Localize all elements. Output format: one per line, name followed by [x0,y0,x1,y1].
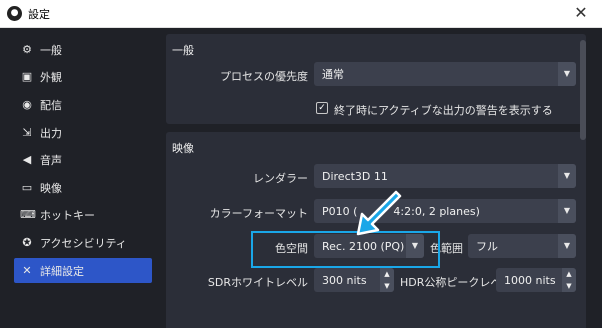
sdr-white-level-label: SDRホワイトレベル [207,276,308,289]
scrollbar-thumb[interactable] [580,40,586,140]
sidebar-item-label: 一般 [40,43,62,57]
sidebar-item-label: 配信 [40,98,62,112]
renderer-label: レンダラー [253,172,308,185]
process-priority-label: プロセスの優先度 [220,70,308,83]
sidebar-item-general[interactable]: ⚙ 一般 [14,37,152,62]
process-priority-select[interactable]: 通常 ▼ [314,62,576,86]
color-range-value: フル [476,240,498,253]
general-section: 一般 プロセスの優先度 通常 ▼ ✓ 終了時にアクティブな出力の警告を表示する [166,34,586,124]
keyboard-icon: ⌨ [20,208,36,221]
chevron-down-icon: ▼ [558,164,576,188]
sidebar-item-video[interactable]: ▭ 映像 [14,175,152,200]
obs-logo-icon: ● [7,6,22,21]
warn-on-exit-checkbox[interactable]: ✓ [316,102,328,114]
chevron-down-icon: ▼ [558,62,576,86]
sidebar-item-label: 詳細設定 [40,264,84,278]
sidebar-item-label: 外観 [40,70,62,84]
settings-content: 一般 プロセスの優先度 通常 ▼ ✓ 終了時にアクティブな出力の警告を表示する … [160,28,602,328]
sidebar-item-accessibility[interactable]: ✪ アクセシビリティ [14,230,152,255]
appearance-icon: ▣ [21,70,33,83]
hdr-peak-level-spinbox[interactable]: 1000 nits ▲ ▼ [496,268,576,292]
output-icon: ⇲ [22,126,32,139]
color-format-label: カラーフォーマット [209,207,308,220]
sidebar-item-label: 音声 [40,153,62,167]
pointer-arrow-icon [356,190,402,236]
sidebar-item-output[interactable]: ⇲ 出力 [14,120,152,145]
chevron-down-icon: ▼ [558,199,576,223]
sidebar-item-appearance[interactable]: ▣ 外観 [14,64,152,89]
spin-arrows-icon[interactable]: ▲ ▼ [562,268,576,292]
sidebar-item-label: 出力 [40,126,62,140]
sdr-white-level-spinbox[interactable]: 300 nits ▲ ▼ [314,268,394,292]
gear-icon: ⚙ [22,43,32,56]
monitor-icon: ▭ [21,181,33,194]
accessibility-icon: ✪ [22,236,32,249]
renderer-value: Direct3D 11 [322,169,388,183]
sidebar-item-label: ホットキー [40,208,95,222]
renderer-select[interactable]: Direct3D 11 ▼ [314,164,576,188]
process-priority-value: 通常 [322,68,344,81]
content-scrollbar[interactable] [578,40,588,328]
title-bar: ● 設定 ✕ [0,0,602,28]
sdr-white-level-value: 300 nits [322,273,367,287]
sidebar-item-label: 映像 [40,181,62,195]
broadcast-icon: ◉ [22,98,32,111]
warn-on-exit-label: 終了時にアクティブな出力の警告を表示する [334,104,553,117]
speaker-icon: ◀ [22,153,32,166]
color-range-select[interactable]: フル ▼ [468,234,576,258]
chevron-down-icon: ▼ [558,234,576,258]
video-section-title: 映像 [172,142,194,155]
tools-icon: ✕ [22,264,32,277]
sidebar-item-advanced[interactable]: ✕ 詳細設定 [14,258,152,283]
color-format-value-tail: 4:2:0, 2 planes) [393,204,480,218]
settings-sidebar: ⚙ 一般 ▣ 外観 ◉ 配信 ⇲ 出力 ◀ 音声 ▭ 映像 ⌨ ホットキー ✪ … [0,28,160,328]
sidebar-item-audio[interactable]: ◀ 音声 [14,147,152,172]
window-title: 設定 [28,8,50,21]
color-space-highlight-box [251,231,440,268]
sidebar-item-hotkeys[interactable]: ⌨ ホットキー [14,202,152,227]
sidebar-item-label: アクセシビリティ [40,236,127,250]
close-button[interactable]: ✕ [570,3,592,22]
sidebar-item-stream[interactable]: ◉ 配信 [14,92,152,117]
general-section-title: 一般 [172,44,194,57]
hdr-peak-level-value: 1000 nits [504,273,556,287]
spin-arrows-icon[interactable]: ▲ ▼ [380,268,394,292]
